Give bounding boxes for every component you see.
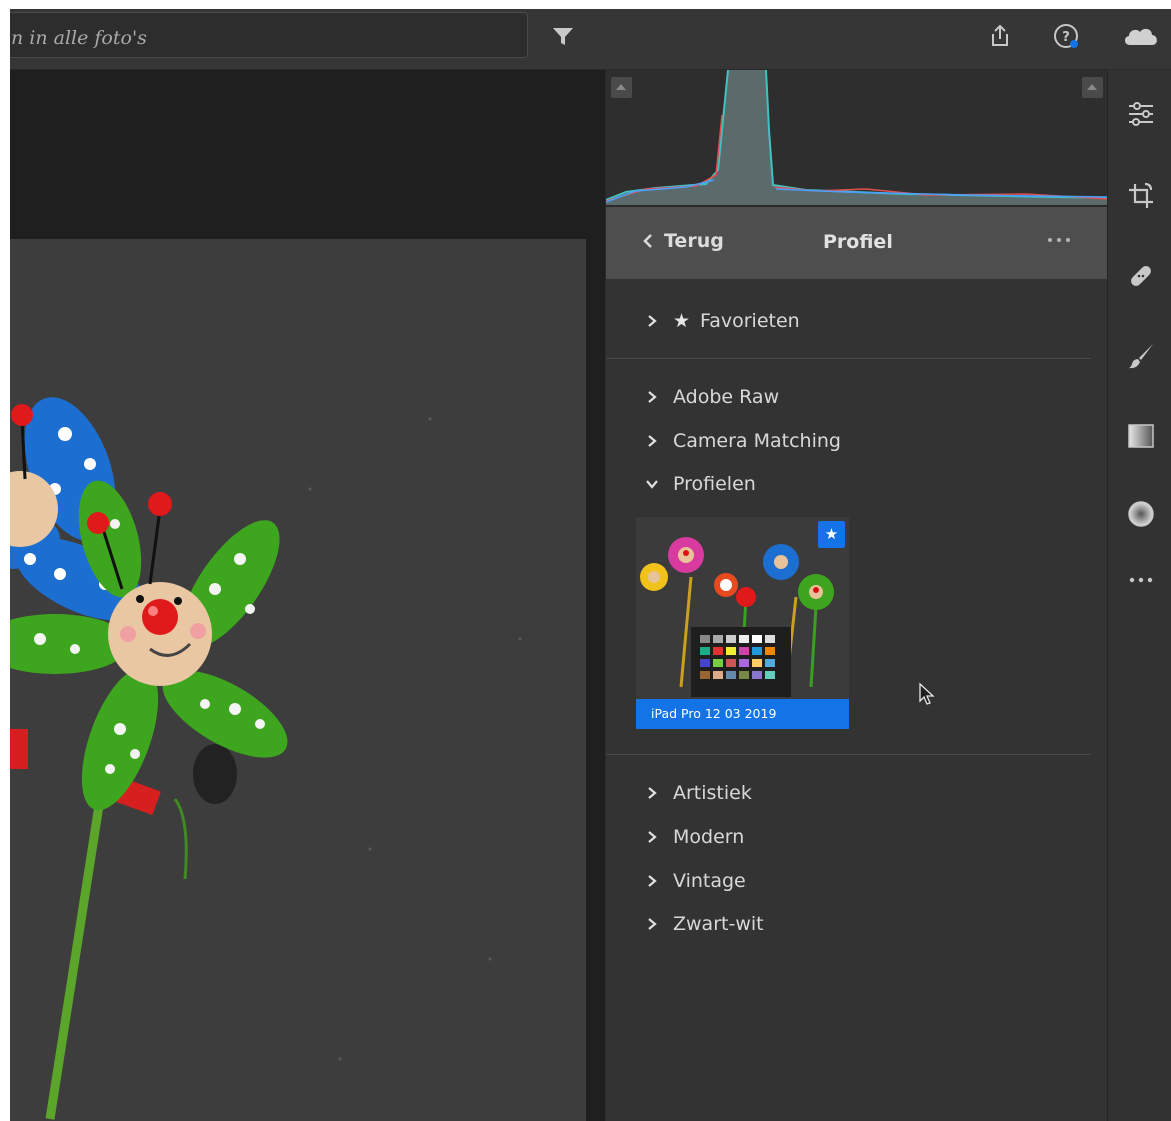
group-camera-matching[interactable]: Camera Matching [646,430,841,452]
crop-icon[interactable] [1127,182,1155,210]
thumbnail-image [636,517,849,729]
search-placeholder: n in alle foto's [11,27,147,49]
chevron-right-icon [648,831,657,843]
photo-image [10,239,586,1121]
group-modern[interactable]: Modern [646,826,744,848]
chevron-right-icon [648,391,657,403]
group-artistiek[interactable]: Artistiek [646,782,752,804]
group-label: Modern [673,826,745,848]
lightroom-app-window: n in alle foto's ? Terug Profiel ★ Favor… [10,9,1171,1121]
group-label: Favorieten [700,310,800,332]
group-label: Adobe Raw [673,386,780,408]
thumbnail-label: iPad Pro 12 03 2019 [636,699,849,729]
shadow-clipping-toggle[interactable] [611,77,632,98]
edit-panel: Terug Profiel ★ Favorieten Adobe Raw Cam… [605,69,1109,1121]
tool-strip [1107,70,1171,1121]
group-profielen[interactable]: Profielen [646,473,756,495]
histogram [605,69,1109,205]
more-options-button[interactable] [1046,231,1076,249]
filter-icon[interactable] [550,23,576,49]
favorite-star-icon[interactable]: ★ [818,521,845,548]
back-label: Terug [664,230,724,252]
group-label: Vintage [673,870,746,892]
profile-thumbnail[interactable]: ★ iPad Pro 12 03 2019 [636,517,849,729]
group-favorieten[interactable]: ★ Favorieten [646,310,800,332]
top-bar: n in alle foto's ? [10,9,1171,70]
share-icon[interactable] [987,23,1013,49]
group-label: Zwart-wit [673,913,764,935]
chevron-right-icon [648,435,657,447]
radial-gradient-icon[interactable] [1127,500,1155,528]
chevron-right-icon [648,787,657,799]
star-icon: ★ [673,310,691,332]
group-label: Camera Matching [673,430,841,452]
back-button[interactable]: Terug [642,230,724,252]
group-adobe-raw[interactable]: Adobe Raw [646,386,779,408]
mouse-cursor-icon [919,682,935,705]
divider [606,754,1091,755]
edit-sliders-icon[interactable] [1127,100,1155,128]
chevron-right-icon [648,918,657,930]
help-icon[interactable]: ? [1053,23,1079,49]
group-label: Profielen [673,473,756,495]
chevron-right-icon [648,875,657,887]
svg-text:?: ? [1062,30,1070,45]
group-vintage[interactable]: Vintage [646,870,746,892]
chevron-left-icon [643,234,652,248]
search-input[interactable]: n in alle foto's [10,12,528,58]
highlight-clipping-toggle[interactable] [1082,77,1103,98]
panel-title: Profiel [823,231,893,253]
group-label: Artistiek [673,782,752,804]
profile-header: Terug Profiel [606,205,1108,279]
group-zwart-wit[interactable]: Zwart-wit [646,913,764,935]
healing-icon[interactable] [1127,262,1155,290]
divider [606,358,1091,359]
histogram-graph [605,69,1109,205]
brush-icon[interactable] [1127,342,1155,370]
chevron-down-icon [646,480,658,489]
cloud-icon[interactable] [1121,23,1161,49]
more-icon[interactable] [1127,566,1155,594]
linear-gradient-icon[interactable] [1127,422,1155,450]
photo-canvas[interactable] [10,70,605,1121]
chevron-right-icon [648,315,657,327]
